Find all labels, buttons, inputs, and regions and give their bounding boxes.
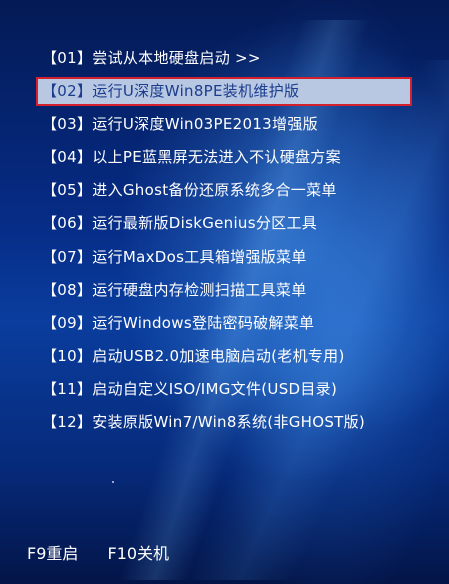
menu-item-03[interactable]: 【03】运行U深度Win03PE2013增强版 <box>36 110 412 139</box>
background-dot <box>112 481 114 483</box>
menu-item-04[interactable]: 【04】以上PE蓝黑屏无法进入不认硬盘方案 <box>36 143 412 172</box>
menu-item-12[interactable]: 【12】安装原版Win7/Win8系统(非GHOST版) <box>36 408 412 437</box>
menu-item-06[interactable]: 【06】运行最新版DiskGenius分区工具 <box>36 209 412 238</box>
f10-shutdown-key[interactable]: F10关机 <box>107 540 169 564</box>
menu-item-02[interactable]: 【02】运行U深度Win8PE装机维护版 <box>36 77 412 107</box>
menu-item-09[interactable]: 【09】运行Windows登陆密码破解菜单 <box>36 309 412 338</box>
menu-item-08[interactable]: 【08】运行硬盘内存检测扫描工具菜单 <box>36 276 412 305</box>
menu-item-07[interactable]: 【07】运行MaxDos工具箱增强版菜单 <box>36 243 412 272</box>
menu-item-05[interactable]: 【05】进入Ghost备份还原系统多合一菜单 <box>36 176 412 205</box>
menu-item-10[interactable]: 【10】启动USB2.0加速电脑启动(老机专用) <box>36 342 412 371</box>
menu-item-11[interactable]: 【11】启动自定义ISO/IMG文件(USD目录) <box>36 375 412 404</box>
menu-item-01[interactable]: 【01】尝试从本地硬盘启动 >> <box>36 44 412 73</box>
f9-restart-key[interactable]: F9重启 <box>27 540 78 564</box>
footer-hotkeys: F9重启 F10关机 <box>27 540 193 564</box>
boot-menu: 【01】尝试从本地硬盘启动 >> 【02】运行U深度Win8PE装机维护版 【0… <box>36 44 412 441</box>
